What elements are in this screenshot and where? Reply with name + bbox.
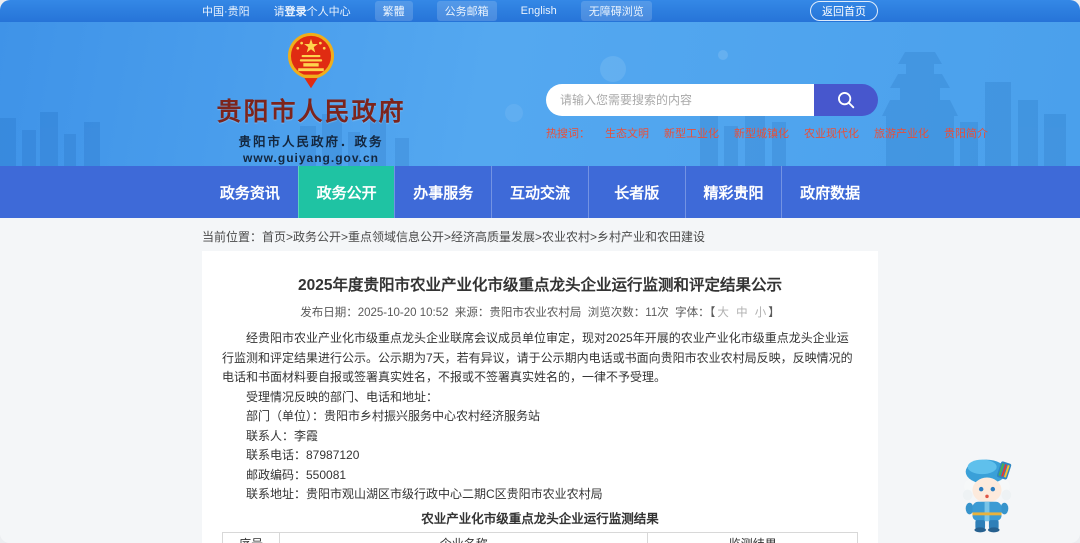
hot-word[interactable]: 贵阳简介 (944, 125, 988, 141)
font-size-large-button[interactable]: 大 (715, 307, 731, 319)
top-utility-bar: 中国·贵阳 请登录个人中心 繁體 公务邮箱 English 无障碍浏览 返回首页 (0, 0, 1080, 22)
browser-page: 中国·贵阳 请登录个人中心 繁體 公务邮箱 English 无障碍浏览 返回首页 (0, 0, 1080, 543)
article-card: 2025年度贵阳市农业产业化市级重点龙头企业运行监测和评定结果公示 发布日期：2… (202, 251, 878, 543)
meta-views: 浏览次数：11次 (587, 307, 669, 319)
contact-line-postcode: 邮政编码：550081 (246, 467, 347, 482)
contact-line-department: 部门（单位）：贵阳市乡村振兴服务中心农村经济服务站 (246, 409, 541, 423)
nav-item-gov-data[interactable]: 政府数据 (781, 166, 878, 218)
font-size-small-button[interactable]: 小 (753, 307, 769, 319)
breadcrumb: 当前位置：首页>政务公开>重点领域信息公开>经济高质量发展>农业农村>乡村产业和… (202, 218, 878, 245)
search-button[interactable] (814, 84, 878, 116)
hot-word[interactable]: 生态文明 (605, 125, 649, 141)
main-navigation: 政务资讯 政务公开 办事服务 互动交流 长者版 精彩贵阳 政府数据 (0, 166, 1080, 218)
contact-line-phone: 联系电话：87987120 (246, 448, 360, 462)
contact-line-person: 联系人：李霞 (246, 428, 319, 443)
results-table-title: 农业产业化市级重点龙头企业运行监测结果 (421, 511, 659, 526)
header-cell-no: 序号 (221, 531, 281, 543)
topbar-item-accessibility[interactable]: 无障碍浏览 (580, 1, 652, 21)
topbar-item-login[interactable]: 请登录个人中心 (274, 3, 351, 19)
nav-item-news[interactable]: 政务资讯 (202, 166, 298, 218)
table-header-row: 序号 企业名称 监测结果 (221, 531, 858, 543)
site-logo-home-link[interactable]: 贵阳市人民政府 贵阳市人民政府．政务 www.guiyang.gov.cn (202, 22, 420, 165)
article-title: 2025年度贵阳市农业产业化市级重点龙头企业运行监测和评定结果公示 (298, 277, 782, 294)
site-title: 贵阳市人民政府 (216, 98, 406, 126)
content-area: 当前位置：首页>政务公开>重点领域信息公开>经济高质量发展>农业农村>乡村产业和… (0, 218, 1080, 543)
contact-line-address: 联系地址：贵阳市观山湖区市级行政中心二期C区贵阳市农业农村局 (246, 487, 603, 501)
nav-item-senior-version[interactable]: 长者版 (587, 166, 685, 218)
login-pre: 请 (273, 6, 285, 18)
article-paragraph: 经贵阳市农业产业化市级重点龙头企业联席会议成员单位审定，现对2025年开展的农业… (222, 331, 853, 384)
nav-item-interaction[interactable]: 互动交流 (491, 166, 588, 218)
header-cell-company: 企业名称 (279, 531, 649, 543)
header-cell-result: 监测结果 (647, 531, 858, 543)
meta-publish-date: 发布日期：2025-10-20 10:52 (300, 307, 449, 319)
nav-item-services[interactable]: 办事服务 (394, 166, 491, 218)
nav-item-wonderful-guiyang[interactable]: 精彩贵阳 (684, 166, 782, 218)
site-url: www.guiyang.gov.cn (242, 151, 379, 165)
mascot-assistant[interactable] (956, 455, 1018, 533)
meta-font-close: 】 (768, 307, 780, 319)
topbar-menu: 中国·贵阳 请登录个人中心 繁體 公务邮箱 English 无障碍浏览 (202, 1, 652, 21)
search-icon (838, 92, 855, 109)
hot-search-label: 热搜词： (546, 128, 590, 140)
site-header-banner: 贵阳市人民政府 贵阳市人民政府．政务 www.guiyang.gov.cn 热搜… (0, 22, 1080, 166)
breadcrumb-trail[interactable]: 首页>政务公开>重点领域信息公开>经济高质量发展>农业农村>乡村产业和农田建设 (262, 230, 705, 244)
monitoring-results-table: 序号 企业名称 监测结果 1 贵州合力超市采购有限公司 合格 2 贵州友禾种业有… (221, 531, 858, 543)
article-body: 经贵阳市农业产业化市级重点龙头企业联席会议成员单位审定，现对2025年开展的农业… (222, 329, 858, 505)
topbar-item-traditional[interactable]: 繁體 (374, 1, 413, 21)
meta-font-label: 字体：【 (675, 307, 716, 319)
topbar-item-region[interactable]: 中国·贵阳 (202, 3, 250, 19)
font-size-medium-button[interactable]: 中 (734, 307, 750, 319)
topbar-item-english[interactable]: English (521, 5, 557, 17)
article-paragraph: 受理情况反映的部门、电话和地址： (246, 389, 439, 404)
meta-source: 来源：贵阳市农业农村局 (454, 307, 582, 319)
hot-word[interactable]: 新型城镇化 (734, 125, 789, 141)
hot-word[interactable]: 旅游产业化 (874, 125, 929, 141)
search-input[interactable] (546, 84, 814, 116)
nav-item-gov-affairs-open[interactable]: 政务公开 (297, 166, 395, 218)
breadcrumb-label: 当前位置： (202, 230, 263, 244)
hot-search-row: 热搜词： 生态文明 新型工业化 新型城镇化 农业现代化 旅游产业化 贵阳简介 (546, 125, 988, 141)
hot-word[interactable]: 新型工业化 (664, 125, 719, 141)
login-post: 个人中心 (306, 6, 351, 18)
login-bold: 登录 (284, 6, 307, 18)
back-to-home-button[interactable]: 返回首页 (810, 1, 878, 21)
article-meta: 发布日期：2025-10-20 10:52 来源：贵阳市农业农村局 浏览次数：1… (222, 304, 858, 320)
hot-word[interactable]: 农业现代化 (804, 125, 859, 141)
site-subtitle: 贵阳市人民政府．政务 (238, 135, 384, 149)
search-area: 热搜词： 生态文明 新型工业化 新型城镇化 农业现代化 旅游产业化 贵阳简介 (546, 22, 988, 165)
national-emblem-icon (287, 32, 335, 89)
topbar-item-mail[interactable]: 公务邮箱 (436, 1, 497, 21)
